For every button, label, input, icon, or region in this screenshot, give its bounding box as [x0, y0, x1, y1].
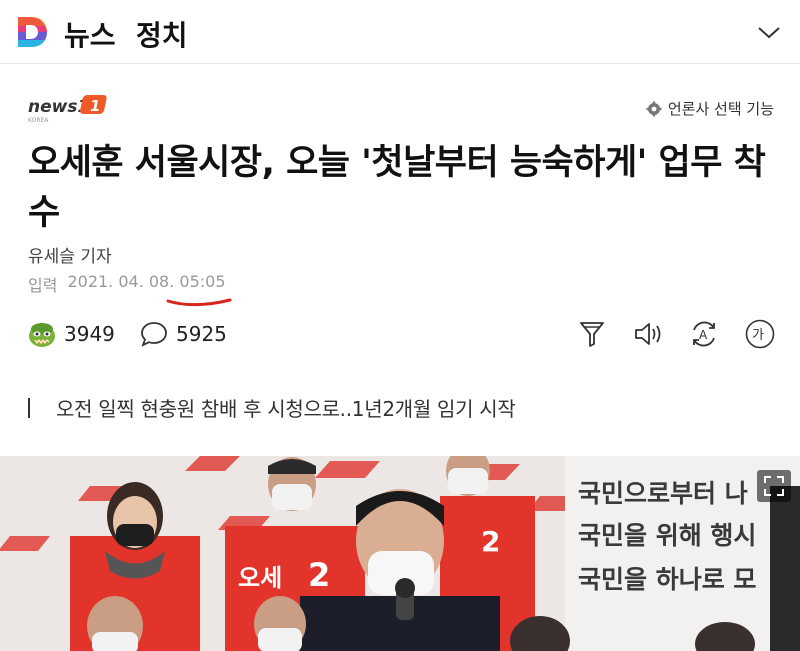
top-bar: 뉴스 정치 [0, 0, 800, 64]
reaction-count: 3949 [64, 322, 115, 346]
date-label: 입력 [28, 276, 58, 295]
svg-text:가: 가 [752, 328, 764, 343]
reporter-name[interactable]: 유세슬 기자 [28, 242, 112, 267]
svg-text:1: 1 [90, 97, 100, 115]
reaction-emoji-icon [29, 323, 55, 347]
listen-button[interactable] [632, 318, 664, 350]
daum-logo-icon[interactable] [16, 15, 48, 49]
summary-text: 오전 일찍 현충원 참배 후 시청으로..1년2개월 임기 시작 [56, 397, 516, 421]
translate-icon: A [693, 321, 715, 347]
press-logo-text: news1 [28, 97, 89, 117]
press-select-button[interactable]: 언론사 선택 기능 [646, 98, 774, 119]
speech-bubble-icon [141, 322, 167, 347]
svg-text:A: A [699, 328, 708, 342]
handwritten-underline [166, 292, 232, 307]
comment-count: 5925 [176, 322, 227, 346]
press-select-label: 언론사 선택 기능 [667, 100, 774, 118]
article-photo[interactable]: 2 오세 2 국민으로부터 나 국민을 위해 행시 국민을 하나로 모 [0, 456, 800, 651]
section-title-politics[interactable]: 정치 [136, 14, 188, 54]
summary-bar [28, 397, 30, 418]
expand-icon [764, 476, 784, 496]
gear-icon [646, 101, 662, 116]
vest-text-left: 오세 [238, 564, 282, 592]
reaction-button[interactable]: 3949 [28, 320, 115, 348]
summary-button[interactable] [576, 318, 608, 350]
funnel-icon [580, 322, 604, 347]
chevron-down-icon[interactable] [756, 22, 782, 42]
press-logo[interactable]: news1 1 KOREA [28, 92, 112, 124]
vest-number-right: 2 [481, 525, 500, 558]
translate-button[interactable]: A [688, 318, 720, 350]
speaker-icon [635, 323, 661, 345]
backdrop-line-3: 국민을 하나로 모 [578, 565, 757, 594]
press-logo-sub: KOREA [28, 117, 49, 124]
article-actions: 3949 5925 A 가 [28, 318, 778, 354]
font-size-button[interactable]: 가 [744, 318, 776, 350]
vest-number-left: 2 [308, 556, 330, 594]
expand-photo-button[interactable] [757, 470, 791, 502]
article-summary: 오전 일찍 현충원 참배 후 시청으로..1년2개월 임기 시작 [28, 393, 516, 422]
article-title: 오세훈 서울시장, 오늘 '첫날부터 능숙하게' 업무 착수 [28, 143, 766, 233]
backdrop-line-1: 국민으로부터 나 [578, 479, 748, 508]
backdrop-line-2: 국민을 위해 행시 [578, 521, 757, 550]
comment-button[interactable]: 5925 [140, 320, 227, 348]
font-size-icon: 가 [745, 319, 775, 349]
section-title-news[interactable]: 뉴스 [64, 14, 116, 54]
